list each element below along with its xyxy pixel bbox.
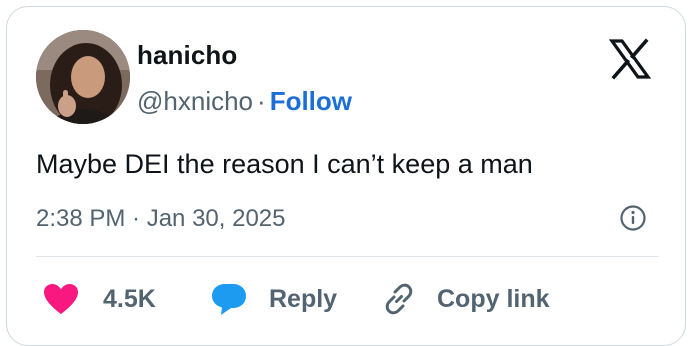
author-name[interactable]: hanicho xyxy=(137,40,237,71)
like-count: 4.5K xyxy=(103,284,156,313)
copy-link-button[interactable]: Copy link xyxy=(381,279,550,319)
follow-button[interactable]: Follow xyxy=(270,86,352,116)
handle-row: @hxnicho · Follow xyxy=(137,86,352,117)
speech-bubble-icon xyxy=(211,282,247,316)
x-logo-icon[interactable] xyxy=(608,38,652,80)
author-handle[interactable]: @hxnicho xyxy=(137,86,253,116)
heart-icon xyxy=(43,283,79,315)
tweet-card: hanicho @hxnicho · Follow Maybe DEI the re… xyxy=(6,6,686,346)
like-button[interactable]: 4.5K xyxy=(43,279,156,319)
reply-label: Reply xyxy=(269,284,338,313)
info-icon[interactable] xyxy=(619,204,647,232)
link-icon xyxy=(381,281,417,317)
avatar[interactable] xyxy=(36,30,130,124)
profile-photo-icon xyxy=(36,30,130,124)
tweet-text: Maybe DEI the reason I can’t keep a man xyxy=(36,149,533,179)
reply-button[interactable]: Reply xyxy=(211,279,337,319)
copy-link-label: Copy link xyxy=(437,284,550,313)
separator-dot: · xyxy=(257,86,266,116)
divider xyxy=(36,256,659,257)
tweet-timestamp[interactable]: 2:38 PM · Jan 30, 2025 xyxy=(36,205,286,233)
